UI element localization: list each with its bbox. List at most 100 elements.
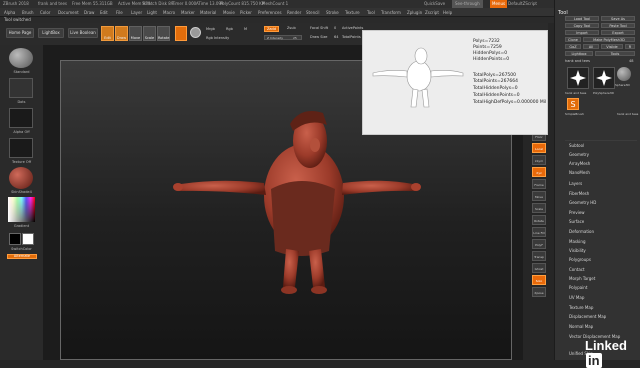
subpalette-fibermesh[interactable]: FiberMesh <box>569 191 589 196</box>
menu-edit[interactable]: Edit <box>100 8 108 17</box>
zsub-toggle[interactable]: Zsub <box>287 26 296 30</box>
default-zscript-button[interactable]: DefaultZScript <box>508 0 537 8</box>
thumb-polysphere-icon[interactable] <box>593 67 615 89</box>
menu-transform[interactable]: Transform <box>381 8 401 17</box>
menu-layer[interactable]: Layer <box>131 8 142 17</box>
menu-texture[interactable]: Texture <box>345 8 360 17</box>
menu-stroke[interactable]: Stroke <box>326 8 339 17</box>
menu-brush[interactable]: Brush <box>22 8 34 17</box>
subpalette-displacement-map[interactable]: Displacement Map <box>569 314 606 319</box>
edit-mode-button[interactable]: Edit <box>101 26 114 41</box>
rotate-button[interactable]: Rotate <box>532 215 546 225</box>
rgb-toggle[interactable]: Rgb <box>226 27 233 31</box>
subpalette-geometry[interactable]: Geometry <box>569 152 589 157</box>
polyf-button[interactable]: PolyF <box>532 239 546 249</box>
menu-picker[interactable]: Picker <box>240 8 252 17</box>
menu-marker[interactable]: Marker <box>181 8 195 17</box>
subpalette-visibility[interactable]: Visibility <box>569 248 586 253</box>
alternate-button[interactable]: Alternate <box>7 254 37 259</box>
local-button[interactable]: Local <box>532 143 546 153</box>
lightbox-tools-button[interactable]: Lightbox <box>565 51 593 56</box>
subpalette-surface[interactable]: Surface <box>569 219 584 224</box>
material-sphere-icon[interactable] <box>190 27 201 38</box>
all-button[interactable]: All <box>583 44 599 49</box>
main-color-swatch[interactable] <box>9 233 21 245</box>
menu-macro[interactable]: Macro <box>163 8 175 17</box>
menus-toggle[interactable]: Menus <box>490 0 508 8</box>
subpalette-geometry-hd[interactable]: Geometry HD <box>569 200 596 205</box>
subpalette-morph-target[interactable]: Morph Target <box>569 276 595 281</box>
m-toggle[interactable]: M <box>244 27 247 31</box>
subpalette-masking[interactable]: Masking <box>569 239 586 244</box>
subpalette-contact[interactable]: Contact <box>569 267 585 272</box>
subpalette-deformation[interactable]: Deformation <box>569 229 594 234</box>
menu-zplugin[interactable]: Zplugin <box>407 8 422 17</box>
import-button[interactable]: Import <box>565 30 599 35</box>
make-polymesh-button[interactable]: Make PolyMesh3D <box>583 37 635 42</box>
material-skinshade-icon[interactable] <box>9 167 33 189</box>
zadd-toggle[interactable]: Zadd <box>264 26 279 32</box>
subpalette-polygroups[interactable]: Polygroups <box>569 257 591 262</box>
subpalette-polypaint[interactable]: Polypaint <box>569 285 587 290</box>
subpalette-uv-map[interactable]: UV Map <box>569 295 584 300</box>
stroke-dots-icon[interactable] <box>9 78 33 98</box>
goz-button[interactable]: GoZ <box>565 44 581 49</box>
menu-file[interactable]: File <box>116 8 123 17</box>
subpalette-layers[interactable]: Layers <box>569 181 582 186</box>
secondary-color-swatch[interactable] <box>22 233 34 245</box>
draw-mode-button[interactable]: Draw <box>115 26 128 41</box>
scale-button[interactable]: Scale <box>532 203 546 213</box>
subpalette-texture-map[interactable]: Texture Map <box>569 305 593 310</box>
menu-help[interactable]: Help <box>443 8 452 17</box>
xpose-button[interactable]: Xpose <box>532 287 546 297</box>
thumb-hank-icon[interactable] <box>567 67 589 89</box>
z-intensity-slider[interactable]: Z Intensity 25 <box>264 35 302 40</box>
move-button[interactable]: Move <box>532 191 546 201</box>
subpalette-preview[interactable]: Preview <box>569 210 585 215</box>
xyz-button[interactable]: Xyz <box>532 167 546 177</box>
switch-color-label[interactable]: SwitchColor <box>4 247 39 251</box>
menu-color[interactable]: Color <box>40 8 50 17</box>
draw-size-value[interactable]: 64 <box>334 35 338 39</box>
subpalette-nanomesh[interactable]: NanoMesh <box>569 170 590 175</box>
current-tool-name[interactable]: hank and tees <box>565 59 590 63</box>
menu-stencil[interactable]: Stencil <box>306 8 320 17</box>
rgb-intensity-slider[interactable]: Rgb Intensity <box>206 36 229 40</box>
rotate-mode-button[interactable]: Rotate <box>157 26 170 41</box>
save-as-button[interactable]: Save As <box>601 16 635 21</box>
menu-render[interactable]: Render <box>287 8 301 17</box>
gizmo-toggle[interactable] <box>175 26 187 41</box>
simplebrush-icon[interactable]: S <box>567 98 579 110</box>
subpalette-normal-map[interactable]: Normal Map <box>569 324 593 329</box>
menu-tool[interactable]: Tool <box>367 8 375 17</box>
color-picker[interactable] <box>8 197 35 222</box>
menu-light[interactable]: Light <box>147 8 157 17</box>
scale-mode-button[interactable]: Scale <box>143 26 156 41</box>
copy-tool-button[interactable]: Copy Tool <box>565 23 599 28</box>
r-button[interactable]: R <box>625 44 635 49</box>
solo-button[interactable]: Solo <box>532 275 546 285</box>
ghost-button[interactable]: Ghost <box>532 263 546 273</box>
tools-button[interactable]: Tools <box>595 51 635 56</box>
menu-alpha[interactable]: Alpha <box>4 8 15 17</box>
visible-button[interactable]: Visible <box>601 44 623 49</box>
frame-button[interactable]: Frame <box>532 179 546 189</box>
lightbox-button[interactable]: LightBox <box>38 28 64 38</box>
load-tool-button[interactable]: Load Tool <box>565 16 599 21</box>
export-button[interactable]: Export <box>601 30 635 35</box>
clone-button[interactable]: Clone <box>565 37 581 42</box>
menu-preferences[interactable]: Preferences <box>258 8 282 17</box>
line-fill-button[interactable]: Line Fill <box>532 227 546 237</box>
transp-button[interactable]: Transp <box>532 251 546 261</box>
lsym-button[interactable]: LSym <box>532 155 546 165</box>
standard-brush-icon[interactable] <box>9 48 33 68</box>
mrgb-toggle[interactable]: Mrgb <box>206 27 215 31</box>
menu-document[interactable]: Document <box>58 8 79 17</box>
see-through-slider[interactable]: See-through <box>452 0 483 8</box>
home-page-button[interactable]: Home Page <box>6 28 34 38</box>
menu-movie[interactable]: Movie <box>223 8 235 17</box>
subpalette-subtool[interactable]: Subtool <box>569 143 584 148</box>
menu-zscript[interactable]: Zscript <box>425 8 439 17</box>
menu-material[interactable]: Material <box>200 8 216 17</box>
menu-draw[interactable]: Draw <box>84 8 94 17</box>
